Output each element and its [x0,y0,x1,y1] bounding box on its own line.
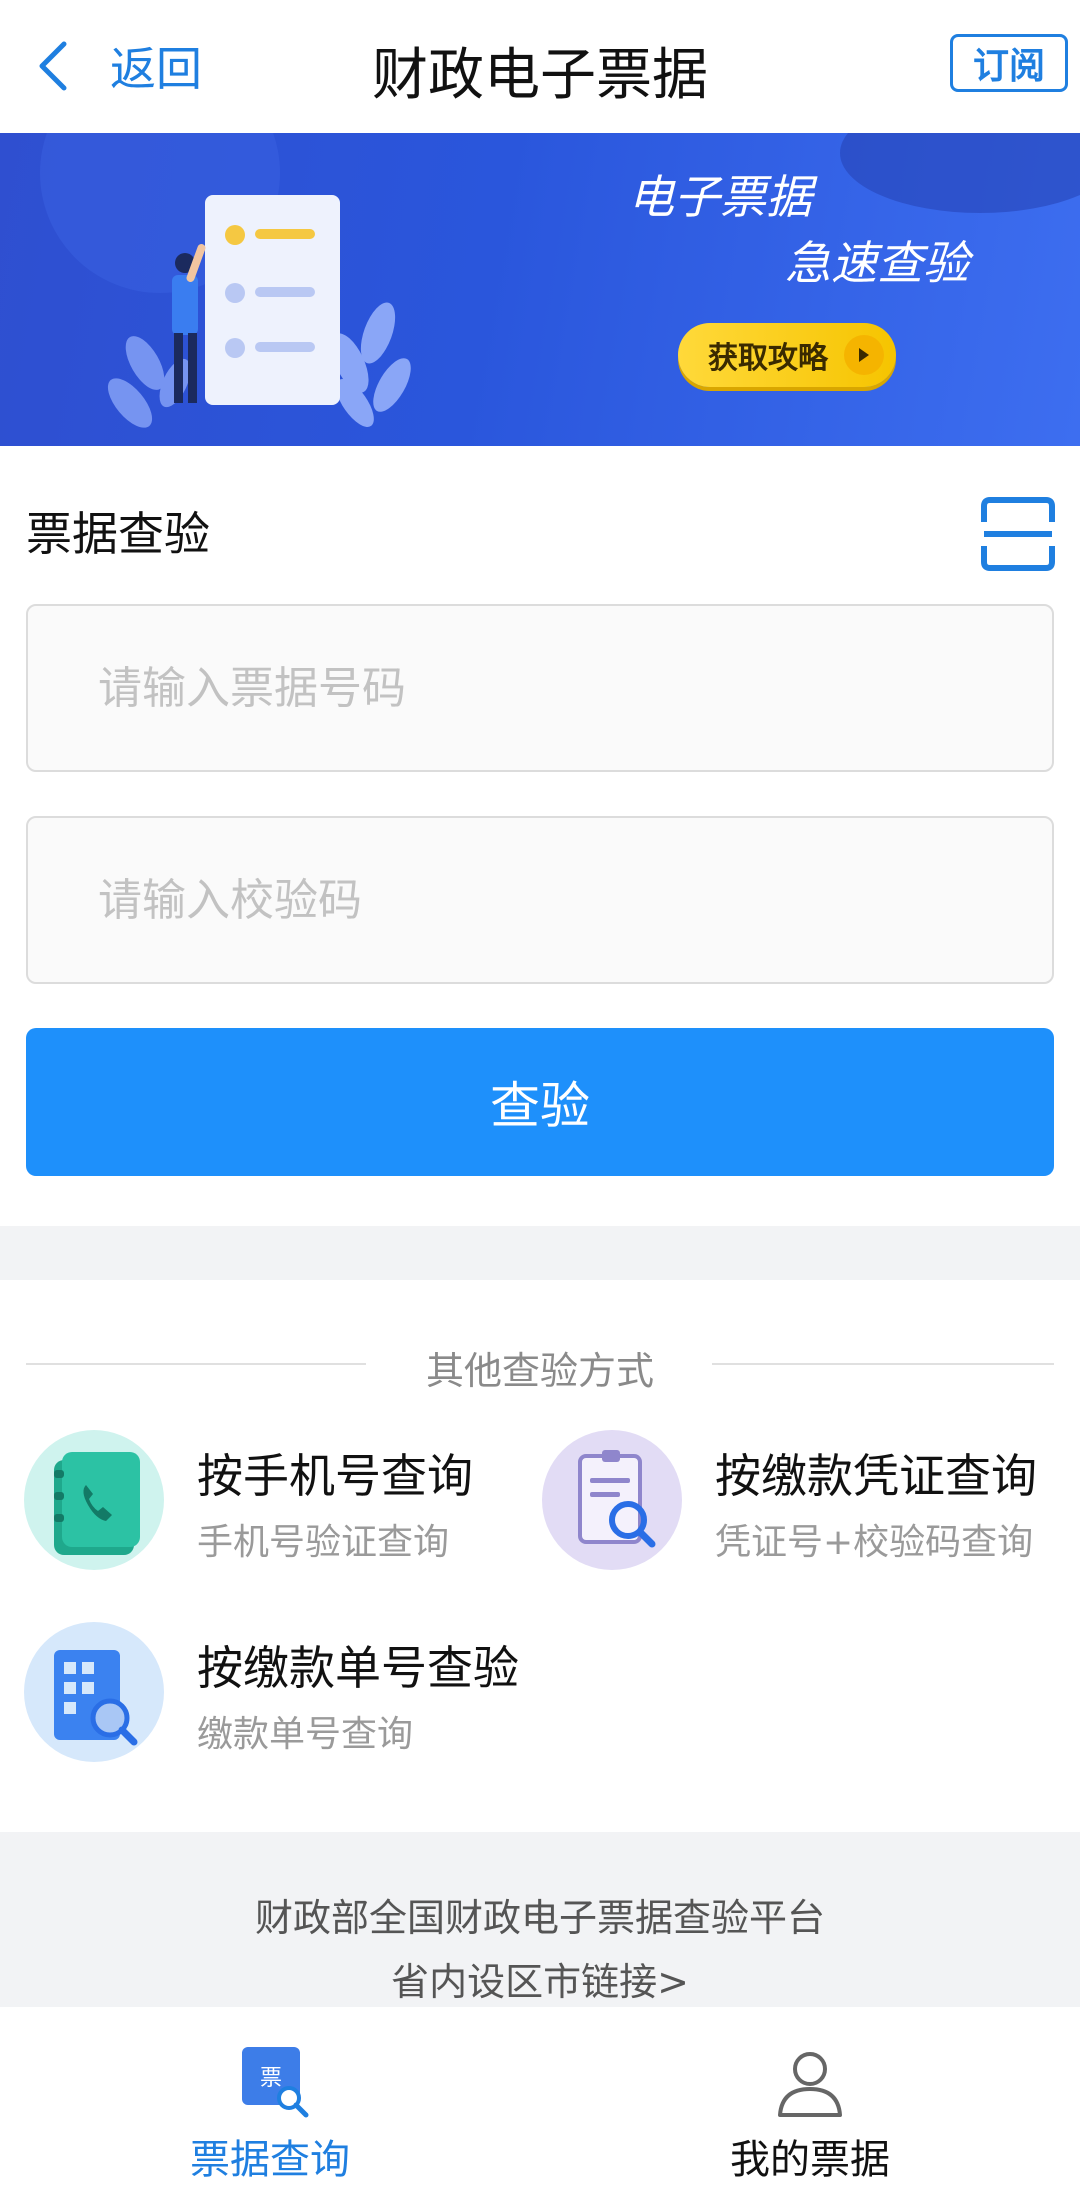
method-title: 按手机号查询 [197,1449,473,1503]
method-subtitle: 凭证号+校验码查询 [715,1522,1034,1563]
page-title: 财政电子票据 [372,43,708,108]
tab-my-invoices[interactable]: 我的票据 [660,2047,960,2185]
method-subtitle: 手机号验证查询 [197,1522,450,1563]
method-payment-number[interactable]: 按缴款单号查验 缴款单号查询 [24,1622,584,1772]
method-title: 按缴款凭证查询 [715,1449,1037,1503]
method-voucher[interactable]: 按缴款凭证查询 凭证号+校验码查询 [542,1430,1062,1580]
other-methods-panel: 其他查验方式 按手机号查询 手机号验证查询 按缴款凭证查询 凭证号+校验码查询 … [0,1280,1080,1832]
verify-panel: 票据查验 查验 [0,446,1080,1226]
platform-link[interactable]: 财政部全国财政电子票据查验平台 [0,1886,1080,1950]
play-arrow-icon [844,335,884,375]
city-link[interactable]: 省内设区市链接> [0,1950,1080,2014]
person-icon [778,2052,842,2117]
tab-invoice-query[interactable]: 票 票据查询 [120,2047,420,2185]
method-phone[interactable]: 按手机号查询 手机号验证查询 [24,1430,524,1580]
tab-label: 我的票据 [730,2137,890,2183]
check-code-field[interactable] [26,816,1054,984]
method-title: 按缴款单号查验 [197,1641,519,1695]
voucher-search-icon [542,1430,682,1570]
scan-icon[interactable] [980,496,1056,572]
get-guide-label: 获取攻略 [708,341,828,376]
nav-bar: 返回 财政电子票据 订阅 [0,0,1080,134]
building-search-icon [24,1622,164,1762]
get-guide-button[interactable]: 获取攻略 [678,323,896,387]
tab-bar: 票 票据查询 我的票据 [0,2007,1080,2209]
invoice-number-field[interactable] [26,604,1054,772]
phone-book-icon [24,1430,164,1570]
section-title: 票据查验 [26,507,210,561]
promo-banner[interactable]: 电子票据 急速查验 获取攻略 [0,133,1080,446]
banner-headline-1: 电子票据 [628,170,812,224]
banner-headline-2: 急速查验 [785,236,969,290]
invoice-number-input[interactable] [28,606,1052,770]
subscribe-button[interactable]: 订阅 [950,34,1068,92]
footer-links: 财政部全国财政电子票据查验平台 省内设区市链接> [0,1886,1080,2014]
other-methods-heading: 其他查验方式 [425,1349,654,1393]
check-code-input[interactable] [28,818,1052,982]
invoice-query-icon: 票 [230,2047,310,2119]
verify-button[interactable]: 查验 [26,1028,1054,1176]
tab-label: 票据查询 [190,2137,350,2183]
method-subtitle: 缴款单号查询 [197,1714,414,1755]
